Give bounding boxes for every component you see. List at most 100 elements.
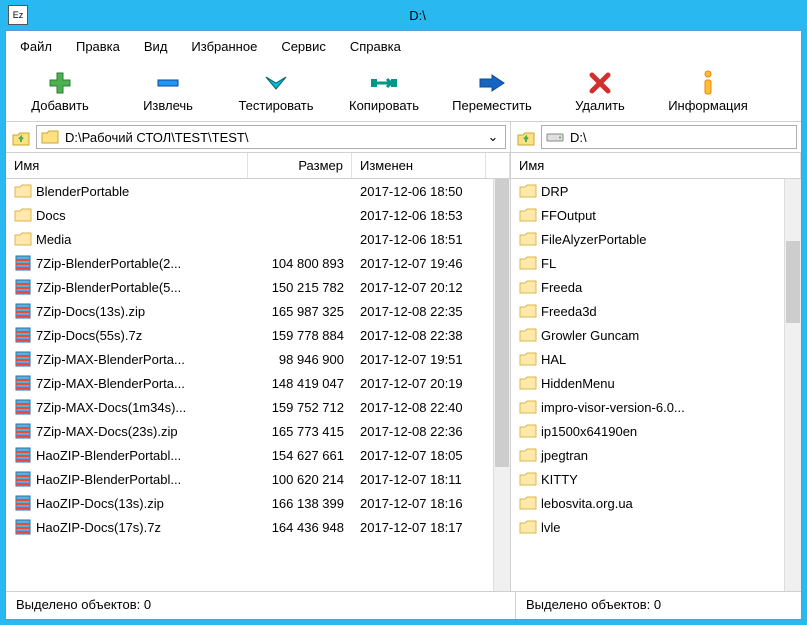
folder-icon [14,182,32,200]
table-row[interactable]: Freeda [511,275,784,299]
table-row[interactable]: lebosvita.org.ua [511,491,784,515]
archive-icon [14,326,32,344]
col-name[interactable]: Имя [6,153,248,178]
right-path-input[interactable]: D:\ [541,125,797,149]
window-title: D:\ [28,8,807,23]
col-modified[interactable]: Изменен [352,153,486,178]
file-extra: 2 [486,448,493,463]
table-row[interactable]: HiddenMenu [511,371,784,395]
chevron-down-icon[interactable]: ⌄ [485,129,501,145]
table-row[interactable]: Growler Guncam [511,323,784,347]
add-button[interactable]: Добавить [6,66,114,117]
table-row[interactable]: jpegtran [511,443,784,467]
archive-icon [14,278,32,296]
menu-edit[interactable]: Правка [64,35,132,58]
table-row[interactable]: Docs2017-12-06 18:532 [6,203,493,227]
table-row[interactable]: 7Zip-MAX-Docs(23s).zip165 773 4152017-12… [6,419,493,443]
left-scrollbar[interactable] [493,179,510,591]
menu-help[interactable]: Справка [338,35,413,58]
table-row[interactable]: 7Zip-MAX-BlenderPorta...98 946 9002017-1… [6,347,493,371]
table-row[interactable]: ip1500x64190en [511,419,784,443]
file-name: HAL [541,352,566,367]
table-row[interactable]: BlenderPortable2017-12-06 18:502 [6,179,493,203]
move-button[interactable]: Переместить [438,66,546,117]
minus-icon [152,70,184,96]
file-extra: 2 [486,280,493,295]
titlebar[interactable]: Ez D:\ [0,0,807,30]
file-name: Growler Guncam [541,328,639,343]
file-modified: 2017-12-07 18:17 [352,520,486,535]
extract-button[interactable]: Извлечь [114,66,222,117]
menu-tools[interactable]: Сервис [269,35,338,58]
toolbar: Добавить Извлечь Тестировать Копировать [6,62,801,122]
col-size[interactable]: Размер [248,153,352,178]
folder-icon [519,206,537,224]
table-row[interactable]: lvle [511,515,784,539]
up-icon[interactable] [515,126,537,148]
table-row[interactable]: 7Zip-Docs(13s).zip165 987 3252017-12-08 … [6,299,493,323]
delete-button[interactable]: Удалить [546,66,654,117]
col-name[interactable]: Имя [511,153,801,178]
up-icon[interactable] [10,126,32,148]
info-label: Информация [668,98,748,113]
table-row[interactable]: 7Zip-BlenderPortable(5...150 215 7822017… [6,275,493,299]
menu-favorites[interactable]: Избранное [179,35,269,58]
table-row[interactable]: 7Zip-MAX-BlenderPorta...148 419 0472017-… [6,371,493,395]
file-name: Media [36,232,71,247]
file-name: FFOutput [541,208,596,223]
folder-icon [519,518,537,536]
table-row[interactable]: impro-visor-version-6.0... [511,395,784,419]
table-row[interactable]: Media2017-12-06 18:512 [6,227,493,251]
scrollbar-thumb[interactable] [495,179,509,467]
table-row[interactable]: Freeda3d [511,299,784,323]
table-row[interactable]: FFOutput [511,203,784,227]
table-row[interactable]: FL [511,251,784,275]
table-row[interactable]: HaoZIP-Docs(13s).zip166 138 3992017-12-0… [6,491,493,515]
scrollbar-thumb[interactable] [786,241,800,323]
file-size: 165 773 415 [248,424,352,439]
file-size: 164 436 948 [248,520,352,535]
left-path-input[interactable]: D:\Рабочий СТОЛ\TEST\TEST\ ⌄ [36,125,506,149]
folder-icon [519,470,537,488]
info-button[interactable]: Информация [654,66,762,117]
table-row[interactable]: 7Zip-BlenderPortable(2...104 800 8932017… [6,251,493,275]
plus-icon [44,70,76,96]
file-name: 7Zip-Docs(13s).zip [36,304,145,319]
table-row[interactable]: FileAlyzerPortable [511,227,784,251]
right-scrollbar[interactable] [784,179,801,591]
file-name: 7Zip-BlenderPortable(5... [36,280,181,295]
file-name: FileAlyzerPortable [541,232,647,247]
table-row[interactable]: KITTY [511,467,784,491]
col-extra[interactable] [486,153,510,178]
table-row[interactable]: HAL [511,347,784,371]
menu-view[interactable]: Вид [132,35,180,58]
file-name: BlenderPortable [36,184,129,199]
arrow-right-icon [476,70,508,96]
table-row[interactable]: HaoZIP-BlenderPortabl...154 627 6612017-… [6,443,493,467]
folder-icon [14,206,32,224]
file-modified: 2017-12-07 18:11 [352,472,486,487]
copy-icon [368,70,400,96]
file-name: 7Zip-MAX-BlenderPorta... [36,376,185,391]
file-modified: 2017-12-07 20:19 [352,376,486,391]
file-extra: 2 [486,352,493,367]
file-extra: 2 [486,424,493,439]
copy-button[interactable]: Копировать [330,66,438,117]
folder-icon [519,422,537,440]
table-row[interactable]: HaoZIP-Docs(17s).7z164 436 9482017-12-07… [6,515,493,539]
file-name: 7Zip-MAX-BlenderPorta... [36,352,185,367]
file-modified: 2017-12-07 18:05 [352,448,486,463]
file-name: 7Zip-BlenderPortable(2... [36,256,181,271]
table-row[interactable]: 7Zip-MAX-Docs(1m34s)...159 752 7122017-1… [6,395,493,419]
right-file-list[interactable]: DRP FFOutput FileAlyzerPortable FLFreedaFre… [511,179,784,591]
table-row[interactable]: 7Zip-Docs(55s).7z159 778 8842017-12-08 2… [6,323,493,347]
file-modified: 2017-12-06 18:51 [352,232,486,247]
table-row[interactable]: DRP [511,179,784,203]
file-size: 154 627 661 [248,448,352,463]
table-row[interactable]: HaoZIP-BlenderPortabl...100 620 2142017-… [6,467,493,491]
left-file-list[interactable]: BlenderPortable2017-12-06 18:502Docs2017… [6,179,493,591]
menu-file[interactable]: Файл [8,35,64,58]
file-size: 165 987 325 [248,304,352,319]
file-modified: 2017-12-07 18:16 [352,496,486,511]
test-button[interactable]: Тестировать [222,66,330,117]
